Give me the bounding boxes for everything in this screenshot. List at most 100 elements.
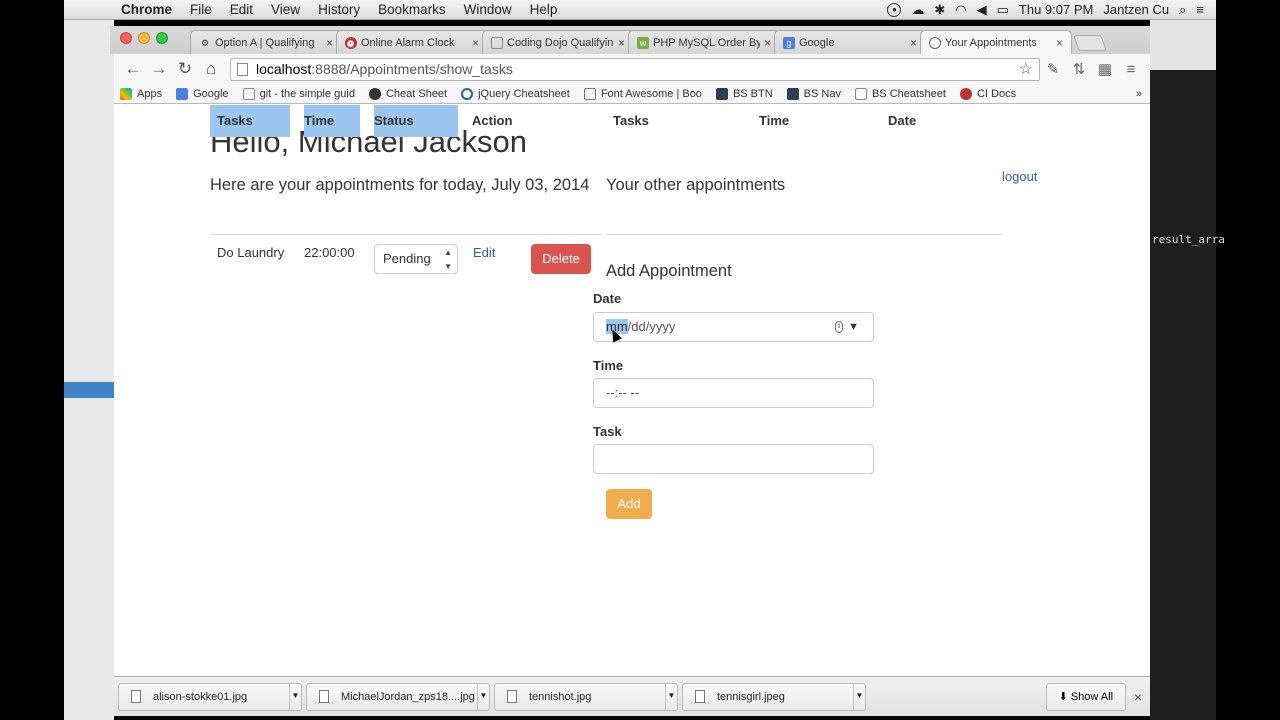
w3-icon: w — [637, 36, 649, 49]
download-item[interactable]: tennishot.jpg ▼ — [494, 682, 678, 711]
extension-arrows-icon[interactable]: ⇅ — [1066, 60, 1092, 78]
task-input[interactable] — [593, 444, 874, 474]
close-icon[interactable]: × — [618, 36, 625, 50]
delete-button[interactable]: Delete — [531, 244, 591, 274]
reload-icon[interactable]: ↻ — [172, 59, 198, 79]
close-icon[interactable]: × — [910, 36, 917, 50]
menu-help[interactable]: Help — [521, 2, 567, 17]
code-snippet: result_arra — [1152, 233, 1225, 246]
date-stepper-icon[interactable]: ⇕ — [835, 321, 843, 333]
star-icon[interactable]: ☆ — [1019, 59, 1033, 79]
menu-view[interactable]: View — [262, 2, 309, 17]
download-item[interactable]: tennisgirl.jpeg ▼ — [682, 682, 866, 711]
bookmark-apps[interactable]: Apps — [120, 87, 162, 100]
browser-window: ⚙ Option A | Qualifying × ⏰ Online Alarm… — [110, 26, 1150, 716]
bookmark-ci-docs[interactable]: CI Docs — [959, 87, 1016, 100]
status-area: ● ☁ ✱ ◠ ◀ ▭ Thu 9:07 PM Jantzen Cu ⌕ ≡ — [887, 2, 1216, 18]
google-icon: g — [783, 36, 795, 49]
eyedropper-icon[interactable]: ✎ — [1040, 60, 1066, 78]
close-icon[interactable]: × — [1134, 689, 1142, 705]
close-icon[interactable]: × — [1056, 36, 1063, 50]
download-menu-icon[interactable]: ▼ — [665, 682, 677, 711]
tab-coding-dojo[interactable]: Coding Dojo Qualifyin × — [482, 30, 634, 54]
add-button[interactable]: Add — [606, 489, 652, 519]
download-item[interactable]: alison-stokke01.jpg ▼ — [118, 682, 302, 711]
menu-app-chrome[interactable]: Chrome — [112, 2, 181, 17]
home-icon[interactable]: ⌂ — [198, 59, 224, 79]
user-name[interactable]: Jantzen Cu — [1103, 2, 1169, 17]
new-tab-button[interactable] — [1073, 35, 1107, 51]
jquery-icon — [461, 87, 474, 100]
close-icon[interactable]: × — [472, 36, 479, 50]
flag-icon — [583, 87, 596, 100]
extension-image-icon[interactable]: ▦ — [1092, 60, 1118, 78]
notification-list-icon[interactable]: ≡ — [1196, 2, 1204, 17]
bookmark-jquery[interactable]: jQuery Cheatsheet — [461, 87, 570, 100]
menu-window[interactable]: Window — [455, 2, 521, 17]
download-filename: MichaelJordan_zps18....jpg — [341, 690, 475, 703]
row-time: 22:00:00 — [304, 245, 355, 260]
bluetooth-icon[interactable]: ✱ — [934, 2, 945, 18]
menu-edit[interactable]: Edit — [221, 2, 262, 17]
menu-file[interactable]: File — [181, 2, 221, 17]
tab-your-appointments[interactable]: Your Appointments × — [920, 30, 1072, 54]
download-filename: tennishot.jpg — [529, 690, 592, 703]
show-all-label: Show All — [1070, 690, 1114, 703]
show-all-downloads-button[interactable]: ⬇ Show All — [1045, 682, 1126, 711]
status-select[interactable]: Pending ▲ ▼ — [374, 244, 458, 274]
address-bar[interactable]: localhost:8888/Appointments/show_tasks ☆ — [230, 57, 1040, 81]
minimize-window-button[interactable] — [138, 32, 150, 44]
time-input[interactable]: --:-- -- — [593, 378, 874, 408]
date-dropdown-icon[interactable]: ▼ — [848, 313, 859, 341]
tab-php-mysql[interactable]: w PHP MySQL Order By K × — [628, 30, 780, 54]
row-task: Do Laundry — [217, 245, 285, 260]
bookmark-font-awesome[interactable]: Font Awesome | Boo — [583, 87, 702, 100]
tab-option-a[interactable]: ⚙ Option A | Qualifying × — [190, 30, 342, 54]
forward-icon[interactable]: → — [146, 59, 172, 79]
date-input[interactable]: mm/dd/yyyy ⇕ ▼ — [593, 312, 874, 342]
bookmark-bs-btn[interactable]: BS BTN — [715, 87, 773, 100]
download-menu-icon[interactable]: ▼ — [853, 682, 865, 711]
edit-link[interactable]: Edit — [473, 245, 495, 260]
logout-link[interactable]: logout — [1002, 169, 1037, 184]
download-menu-icon[interactable]: ▼ — [289, 682, 301, 711]
close-icon[interactable]: × — [764, 36, 771, 50]
cloud-icon[interactable]: ☁ — [911, 2, 924, 18]
apps-grid-icon — [120, 87, 132, 100]
col-header-action: Action — [472, 113, 513, 128]
download-item[interactable]: MichaelJordan_zps18....jpg ▼ — [306, 682, 490, 711]
close-icon[interactable]: × — [326, 36, 333, 50]
menu-history[interactable]: History — [309, 2, 369, 17]
editor-top-area — [1150, 20, 1216, 70]
tab-title: PHP MySQL Order By K — [653, 36, 760, 49]
close-window-button[interactable] — [120, 32, 132, 44]
page-icon — [242, 87, 255, 100]
bookmark-bs-nav[interactable]: BS Nav — [786, 87, 841, 100]
chrome-menu-icon[interactable]: ≡ — [1118, 61, 1144, 78]
wifi-icon[interactable]: ◠ — [955, 2, 966, 18]
menu-bookmarks[interactable]: Bookmarks — [369, 2, 455, 17]
spotlight-icon[interactable]: ⌕ — [1179, 2, 1186, 18]
zoom-window-button[interactable] — [156, 32, 168, 44]
tab-google[interactable]: g Google × — [774, 30, 926, 54]
bookmark-bs-cheatsheet[interactable]: BS Cheatsheet — [854, 87, 946, 100]
record-icon[interactable]: ● — [887, 2, 902, 17]
volume-icon[interactable]: ◀ — [977, 2, 987, 18]
tab-alarm-clock[interactable]: ⏰ Online Alarm Clock × — [336, 30, 488, 54]
page-icon — [237, 62, 248, 76]
bookmark-google[interactable]: Google — [176, 87, 229, 100]
bookmark-git-guide[interactable]: git - the simple guid — [242, 87, 355, 100]
bookmark-label: jQuery Cheatsheet — [478, 87, 570, 100]
bookmarks-overflow-icon[interactable]: » — [1136, 88, 1150, 100]
back-icon[interactable]: ← — [120, 59, 146, 79]
tab-title: Your Appointments — [945, 36, 1037, 49]
task-label: Task — [593, 424, 622, 439]
bookmark-cheat-sheet[interactable]: Cheat Sheet — [368, 87, 447, 100]
today-table-header — [210, 203, 601, 235]
download-menu-icon[interactable]: ▼ — [477, 682, 489, 711]
time-label: Time — [593, 358, 624, 373]
clock-text[interactable]: Thu 9:07 PM — [1019, 2, 1093, 17]
battery-icon[interactable]: ▭ — [997, 2, 1009, 18]
page-icon — [491, 36, 503, 49]
file-icon — [695, 690, 705, 703]
